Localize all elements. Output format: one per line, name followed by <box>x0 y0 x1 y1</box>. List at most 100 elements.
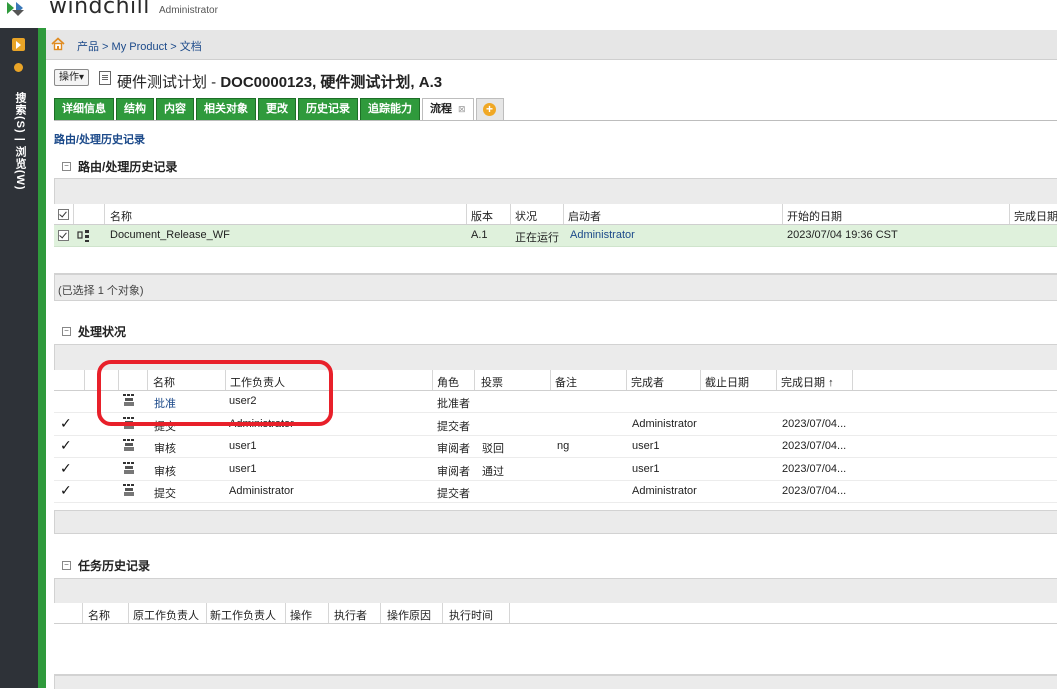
select-all-checkbox[interactable] <box>58 209 69 220</box>
workflow-start-date: 2023/07/04 19:36 CST <box>787 229 898 241</box>
tab-structure[interactable]: 结构 <box>116 98 154 121</box>
routing-header-row: 名称 版本 状况 启动者 开始的日期 完成日期 <box>54 204 1057 225</box>
tab-history[interactable]: 历史记录 <box>298 98 358 121</box>
task-history-footer <box>54 675 1057 689</box>
col-th-reason[interactable]: 操作原因 <box>387 607 431 623</box>
task-completed-by: user1 <box>632 440 660 452</box>
actions-button[interactable]: 操作▾ <box>54 69 90 86</box>
workflow-initiator-link[interactable]: Administrator <box>570 229 635 241</box>
search-browse-tab[interactable]: 搜索(S) | 浏览(W) <box>10 92 28 191</box>
routing-footer: (已选择 1 个对象) <box>54 274 1057 301</box>
col-completion-date[interactable]: 完成日期 ↑ <box>781 374 834 390</box>
task-vote: 通过 <box>482 466 504 478</box>
col-th-performer[interactable]: 执行者 <box>334 607 367 623</box>
completed-check-icon: ✓ <box>60 482 72 498</box>
col-due-date[interactable]: 截止日期 <box>705 374 749 390</box>
task-completion-date: 2023/07/04... <box>782 463 847 475</box>
col-complete-date[interactable]: 完成日期 <box>1014 208 1057 224</box>
task-role: 提交者 <box>437 421 470 433</box>
completed-check-icon: ✓ <box>60 437 72 453</box>
highlight-annotation <box>97 360 333 426</box>
pin-icon[interactable] <box>14 63 23 72</box>
workflow-name[interactable]: Document_Release_WF <box>110 229 230 241</box>
brand-name: windchill <box>49 0 150 19</box>
col-initiator[interactable]: 启动者 <box>568 208 601 224</box>
routing-section-title: 路由/处理历史记录 <box>78 160 178 174</box>
tab-changes[interactable]: 更改 <box>258 98 296 121</box>
task-completion-date: 2023/07/04... <box>782 440 847 452</box>
task-icon <box>123 484 134 496</box>
col-th-time[interactable]: 执行时间 <box>449 607 493 623</box>
expand-panel-icon[interactable] <box>12 38 25 51</box>
col-th-new-owner[interactable]: 新工作负责人 <box>210 607 276 623</box>
tab-bar: 详细信息 结构 内容 相关对象 更改 历史记录 追踪能力 流程 ⊠ + <box>54 98 506 121</box>
row-checkbox[interactable] <box>58 230 69 241</box>
close-tab-icon[interactable]: ⊠ <box>458 104 466 114</box>
add-tab-button[interactable]: + <box>475 98 504 121</box>
workflow-status: 正在运行 <box>515 232 559 244</box>
col-note[interactable]: 备注 <box>555 374 577 390</box>
task-history-section-title: 任务历史记录 <box>78 559 151 573</box>
task-completed-by: Administrator <box>632 418 697 430</box>
col-status[interactable]: 状况 <box>515 208 537 224</box>
brand-user: Administrator <box>159 5 218 16</box>
table-row[interactable]: ✓ 提交 Administrator 提交者 Administrator 2023/07/… <box>54 481 1057 503</box>
task-name[interactable]: 提交 <box>154 485 176 501</box>
task-owner: Administrator <box>229 485 294 497</box>
windchill-logo-icon <box>7 2 24 16</box>
process-footer <box>54 510 1057 534</box>
sort-ascending-icon[interactable]: ↑ <box>828 377 834 389</box>
tab-related-objects[interactable]: 相关对象 <box>196 98 256 121</box>
task-completed-by: Administrator <box>632 485 697 497</box>
tab-process[interactable]: 流程 ⊠ <box>422 98 474 121</box>
col-th-action[interactable]: 操作 <box>290 607 312 623</box>
table-row[interactable]: ✓ 审核 user1 审阅者 通过 user1 2023/07/04... <box>54 459 1057 481</box>
col-version[interactable]: 版本 <box>471 208 493 224</box>
task-completed-by: user1 <box>632 463 660 475</box>
col-vote[interactable]: 投票 <box>481 374 503 390</box>
col-name[interactable]: 名称 <box>110 208 132 224</box>
tab-content[interactable]: 内容 <box>156 98 194 121</box>
tab-details[interactable]: 详细信息 <box>54 98 114 121</box>
task-history-empty-area <box>54 624 1057 675</box>
task-completion-date: 2023/07/04... <box>782 418 847 430</box>
tab-traceability[interactable]: 追踪能力 <box>360 98 420 121</box>
workflow-version: A.1 <box>471 229 488 241</box>
table-row[interactable]: Document_Release_WF A.1 正在运行 Administrat… <box>54 225 1057 247</box>
selection-count: (已选择 1 个对象) <box>58 285 144 297</box>
task-icon <box>123 439 134 451</box>
collapse-routing-toggle[interactable]: − <box>62 162 71 171</box>
task-name[interactable]: 审核 <box>154 463 176 479</box>
task-owner: user1 <box>229 440 257 452</box>
task-note: ng <box>557 440 570 452</box>
col-th-original-owner[interactable]: 原工作负责人 <box>133 607 199 623</box>
tab-divider <box>54 120 1057 121</box>
task-name[interactable]: 审核 <box>154 440 176 456</box>
rail-accent <box>38 28 46 688</box>
completed-check-icon: ✓ <box>60 460 72 476</box>
collapse-task-history-toggle[interactable]: − <box>62 561 71 570</box>
col-completed-by[interactable]: 完成者 <box>631 374 664 390</box>
task-history-toolbar <box>54 578 1057 604</box>
col-start-date[interactable]: 开始的日期 <box>787 208 842 224</box>
workflow-icon <box>77 230 89 242</box>
table-row[interactable]: ✓ 审核 user1 审阅者 驳回 ng user1 2023/07/04... <box>54 436 1057 458</box>
collapse-process-toggle[interactable]: − <box>62 327 71 336</box>
task-role: 提交者 <box>437 488 470 500</box>
breadcrumb[interactable]: 产品 > My Product > 文档 <box>77 38 202 54</box>
process-section-title: 处理状况 <box>78 325 127 339</box>
task-role: 批准者 <box>437 398 470 410</box>
task-role: 审阅者 <box>437 443 470 455</box>
completed-check-icon: ✓ <box>60 415 72 431</box>
task-history-header-row: 名称 原工作负责人 新工作负责人 操作 执行者 操作原因 执行时间 <box>54 603 1057 624</box>
routing-toolbar <box>54 178 1057 205</box>
routing-empty-area <box>54 247 1057 274</box>
home-icon[interactable] <box>51 37 65 51</box>
task-icon <box>123 462 134 474</box>
col-th-name[interactable]: 名称 <box>88 607 110 623</box>
section-subheading: 路由/处理历史记录 <box>54 134 146 146</box>
col-role[interactable]: 角色 <box>437 374 459 390</box>
task-completion-date: 2023/07/04... <box>782 485 847 497</box>
task-role: 审阅者 <box>437 466 470 478</box>
document-icon <box>99 71 111 85</box>
